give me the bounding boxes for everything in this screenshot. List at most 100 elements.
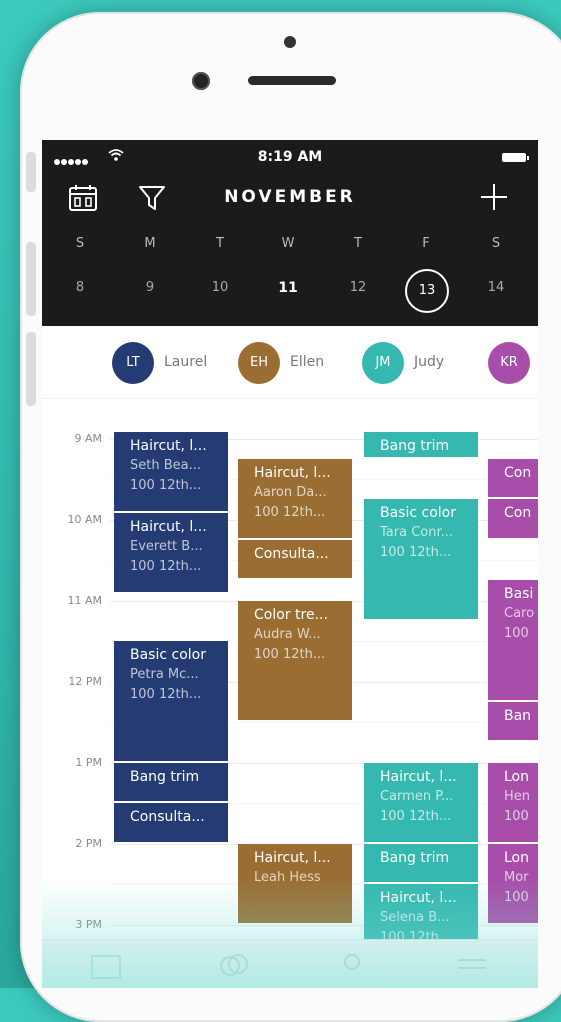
weekday-label: F (422, 236, 430, 251)
appointment-title: Haircut, l... (254, 849, 331, 866)
hour-label: 9 AM (74, 431, 102, 445)
appointment-title: Haircut, l... (254, 464, 331, 481)
calendar-tab-icon[interactable] (90, 952, 122, 980)
appointment-block[interactable]: Bang trim (364, 432, 478, 457)
earpiece-speaker (248, 76, 336, 85)
appointment-block[interactable]: Ban (488, 701, 538, 741)
staff-name: Ellen (290, 354, 325, 370)
schedule-grid: 9 AM 10 AM 11 AM 12 PM 1 PM 2 PM 3 PM Haircut, … (42, 398, 538, 966)
appointment-detail: 100 (504, 626, 529, 642)
appointment-title: Haircut, l... (130, 438, 207, 455)
appointment-detail: Aaron Da... (254, 484, 327, 500)
appointment-block[interactable]: Haircut, l... Aaron Da... 100 12th... (238, 458, 352, 538)
appointment-detail: Leah Hess (254, 869, 321, 885)
volume-down-button (26, 332, 36, 406)
weekday-label: S (75, 236, 85, 251)
appointment-block[interactable]: Haircut, l... Carmen P... 100 12th... (364, 762, 478, 842)
appointment-title: Basic color (130, 647, 206, 663)
avatar: LT (112, 342, 154, 384)
date-cell[interactable]: 14 (476, 280, 516, 295)
appointment-block[interactable]: Color tre... Audra W... 100 12th... (238, 600, 352, 720)
hour-label: 11 AM (67, 593, 102, 607)
weekday-label: M (144, 236, 156, 251)
appointment-detail: Petra Mc... (130, 667, 199, 682)
avatar: KR (488, 342, 530, 384)
staff-name: Laurel (164, 354, 208, 370)
appointment-detail: Hen (504, 788, 531, 804)
appointment-title: Ban (504, 707, 532, 724)
appointment-block[interactable]: Basic color Petra Mc... 100 12th... (114, 641, 228, 761)
appointment-detail: Selena B... (380, 910, 450, 925)
date-cell[interactable]: 11 (268, 280, 308, 296)
appointment-block[interactable]: Lon Mor 100 (488, 843, 538, 923)
appointment-block[interactable]: Bang trim (364, 843, 478, 882)
profile-tab-icon[interactable] (338, 952, 366, 980)
appointment-block[interactable]: Lon Hen 100 (488, 762, 538, 842)
appointment-title: Con (504, 464, 532, 481)
appointment-title: Basic color (380, 505, 456, 522)
menu-tab-icon[interactable] (456, 952, 488, 980)
appointment-title: Lon (504, 849, 529, 866)
appointment-block[interactable]: Basi Caro 100 (488, 580, 538, 700)
date-cell[interactable]: 12 (338, 280, 378, 295)
appointment-detail: Audra W... (254, 626, 321, 642)
appointment-block[interactable]: Con (488, 458, 538, 498)
status-time: 8:19 AM (257, 149, 323, 165)
hour-label: 10 AM (67, 512, 102, 526)
appointment-title: Bang trim (380, 438, 450, 455)
appointment-detail: Tara Conr... (380, 525, 454, 541)
appointment-title: Consulta... (254, 545, 329, 562)
weekday-label: T (216, 236, 224, 251)
weekday-label: W (281, 236, 295, 251)
appointment-block[interactable]: Consulta... (238, 539, 352, 579)
date-cell[interactable]: 8 (60, 280, 100, 295)
appointment-detail: 100 12th... (254, 504, 326, 520)
appointment-detail: 100 12th... (130, 478, 202, 494)
avatar: EH (238, 342, 280, 384)
status-bar: 8:19 AM (42, 148, 538, 168)
appointment-detail: 100 12th... (380, 545, 452, 561)
appointment-detail: 100 12th... (130, 559, 202, 575)
add-icon[interactable] (480, 183, 508, 211)
appointment-block[interactable]: Haircut, l... Seth Bea... 100 12th... (114, 432, 228, 512)
staff-row: LT Laurel EH Ellen JM Judy KR (42, 326, 538, 399)
appointment-title: Haircut, l... (130, 519, 207, 536)
appointment-title: Basi (504, 586, 534, 603)
appointment-title: Haircut, l... (380, 768, 457, 785)
date-row: 8 9 10 11 12 13 14 (42, 269, 538, 313)
chat-tab-icon[interactable] (218, 952, 250, 980)
date-cell[interactable]: 10 (200, 280, 240, 295)
selected-date[interactable]: 13 (405, 269, 449, 313)
avatar: JM (362, 342, 404, 384)
appointment-title: Haircut, l... (380, 890, 457, 906)
mute-switch (26, 152, 36, 192)
date-cell[interactable]: 9 (130, 280, 170, 295)
month-title[interactable]: NOVEMBER (42, 187, 538, 207)
appointment-block[interactable]: Con (488, 499, 538, 538)
appointment-block[interactable]: Haircut, l... Leah Hess (238, 843, 352, 923)
weekday-row: SMTWTFS (42, 236, 538, 256)
appointment-detail: Carmen P... (380, 788, 454, 804)
appointment-detail: 100 12th... (380, 808, 452, 824)
hour-label: 1 PM (75, 755, 102, 769)
appointment-detail: Seth Bea... (130, 458, 201, 474)
appointment-detail: Everett B... (130, 539, 203, 555)
front-camera (192, 72, 210, 90)
volume-up-button (26, 242, 36, 316)
calendar-header: 8:19 AM NOVEMBER S M T W T F S 8 9 10 11 12 13 14 (42, 140, 538, 326)
appointment-detail: Caro (504, 606, 535, 622)
app-screen: 8:19 AM NOVEMBER S M T W T F S 8 9 10 11 12 13 14 (42, 140, 538, 988)
appointment-block[interactable]: Basic color Tara Conr... 100 12th... (364, 499, 478, 619)
battery-icon (502, 153, 529, 162)
weekday-label: S (491, 236, 501, 251)
hour-label: 2 PM (75, 836, 102, 850)
weekday-label: T (354, 236, 362, 251)
appointment-title: Lon (504, 768, 529, 785)
appointment-block[interactable]: Haircut, l... Everett B... 100 12th... (114, 513, 228, 593)
appointment-title: Color tre... (254, 606, 328, 623)
hour-label: 12 PM (68, 674, 102, 688)
appointment-title: Consulta... (130, 809, 205, 825)
appointment-title: Con (504, 505, 532, 522)
appointment-block[interactable]: Bang trim (114, 762, 228, 801)
appointment-block[interactable]: Consulta... (114, 803, 228, 842)
